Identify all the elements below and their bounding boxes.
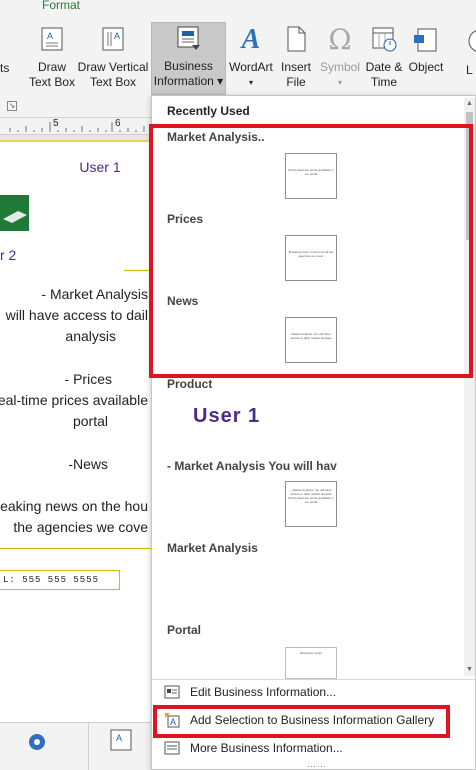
green-logo-shape <box>0 195 29 231</box>
gallery-item-label-product: Product <box>167 377 213 391</box>
symbol-button[interactable]: Ω Symbol ▾ <box>318 24 362 94</box>
object-label: Object <box>408 60 444 74</box>
insert-file-label-2: File <box>286 75 306 89</box>
date-time-label-1: Date & <box>365 60 403 74</box>
resize-grip[interactable]: ⋯⋯ <box>307 761 327 770</box>
draw-vertical-label-2: Text Box <box>89 75 137 89</box>
horizontal-ruler: 5 6 <box>0 118 152 135</box>
business-information-label-2: Information ▾ <box>153 74 224 88</box>
user1-heading: User 1 <box>79 159 121 175</box>
group-launcher-icon[interactable]: ↘ <box>7 101 17 111</box>
telephone-box: L: 555 555 5555 <box>0 570 120 590</box>
bottom-toolbar-strip: A <box>0 722 152 770</box>
file-icon <box>281 24 311 54</box>
highlight-recently-used <box>149 124 473 378</box>
ruler-mark-5: 5 <box>53 118 59 129</box>
partial-right-button[interactable]: L <box>466 24 476 94</box>
partial-left-label: ts <box>0 61 10 75</box>
doc-line-1: - Market Analysis <box>41 286 148 302</box>
calendar-clock-icon <box>369 24 399 54</box>
symbol-label: Symbol <box>319 60 360 74</box>
edit-business-information-item[interactable]: Edit Business Information... <box>164 682 336 702</box>
doc-line-9: the agencies we cove <box>13 519 148 535</box>
more-business-information-item[interactable]: More Business Information... <box>164 738 343 758</box>
user2-heading: r 2 <box>0 247 17 263</box>
highlight-add-selection <box>153 705 450 738</box>
ruler-ticks <box>9 122 145 132</box>
gallery-item-label-portal: Portal <box>167 623 202 637</box>
gallery-thumb-market-analysis-long[interactable]: - Market Analysis You will have access t… <box>285 481 337 527</box>
wordart-label: WordArt <box>229 60 273 74</box>
date-time-button[interactable]: Date & Time <box>363 24 405 94</box>
tab-format[interactable]: Format <box>42 0 80 12</box>
draw-text-box-button[interactable]: A Draw Text Box <box>26 24 78 94</box>
yellow-rule <box>124 270 152 271</box>
draw-vertical-text-box-button[interactable]: A Draw Vertical Text Box <box>77 24 149 94</box>
insert-file-label-1: Insert <box>280 60 311 74</box>
draw-text-box-label-2: Text Box <box>28 75 76 89</box>
svg-text:A: A <box>114 31 120 41</box>
business-information-label-1: Business <box>164 59 213 73</box>
wordart-icon: A <box>241 23 261 55</box>
text-box-icon: A <box>37 24 67 54</box>
wordart-caret: ▾ <box>248 78 253 87</box>
strip-divider <box>88 723 89 770</box>
edit-info-icon <box>164 684 180 700</box>
doc-line-2: will have access to dail <box>5 307 148 323</box>
text-box-small-icon[interactable]: A <box>108 727 134 753</box>
ruler-mark-6: 6 <box>115 118 121 129</box>
gallery-item-label-market-analysis-long: - Market Analysis You will hav <box>167 459 337 473</box>
doc-line-5: eal-time prices available <box>0 392 148 408</box>
symbol-caret: ▾ <box>337 78 342 87</box>
scroll-down-arrow-icon[interactable]: ▼ <box>464 664 475 676</box>
doc-line-4: - Prices <box>64 371 112 387</box>
recently-used-heading: Recently Used <box>167 104 250 118</box>
svg-text:A: A <box>47 31 53 41</box>
business-information-icon <box>174 23 204 53</box>
gallery-preview-user1[interactable]: User 1 <box>193 405 260 428</box>
doc-line-3: analysis <box>65 328 116 344</box>
date-time-label-2: Time <box>370 75 398 89</box>
partial-right-label: L <box>466 63 473 77</box>
svg-text:A: A <box>116 733 122 743</box>
edit-business-information-label: Edit Business Information... <box>190 685 337 699</box>
insert-file-button[interactable]: Insert File <box>276 24 316 94</box>
wordart-button[interactable]: A WordArt ▾ <box>227 24 275 94</box>
object-icon <box>411 24 441 54</box>
omega-icon: Ω <box>328 22 352 56</box>
scroll-up-arrow-icon[interactable]: ▲ <box>464 98 475 110</box>
more-info-icon <box>164 740 180 756</box>
draw-vertical-label-1: Draw Vertical <box>77 60 149 74</box>
vertical-text-box-icon: A <box>98 24 128 54</box>
gear-badge-icon[interactable] <box>26 731 48 753</box>
doc-line-8: reaking news on the hou <box>0 498 148 514</box>
yellow-rule-2 <box>0 548 152 549</box>
document-page[interactable]: User 1 r 2 - Market Analysis will have a… <box>0 140 152 722</box>
gallery-thumb-portal[interactable]: adventure works <box>285 647 337 679</box>
doc-line-7: -News <box>68 456 108 472</box>
draw-text-box-label-1: Draw <box>37 60 66 74</box>
gallery-item-label-market-analysis-2: Market Analysis <box>167 541 258 555</box>
menu-divider <box>152 679 475 680</box>
doc-line-6: portal <box>72 413 108 429</box>
business-information-button[interactable]: Business Information ▾ <box>151 22 226 95</box>
more-business-information-label: More Business Information... <box>190 741 343 755</box>
object-button[interactable]: Object <box>405 24 447 94</box>
